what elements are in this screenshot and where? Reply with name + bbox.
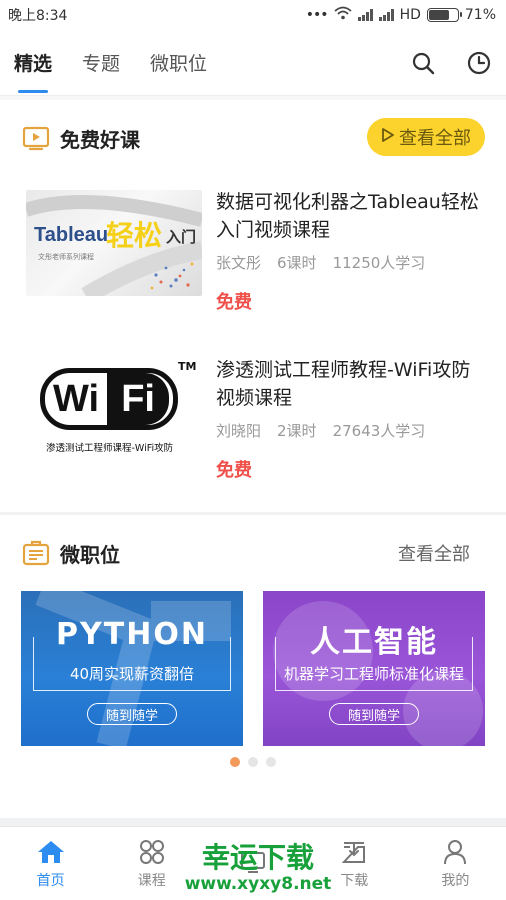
carousel-dot[interactable] xyxy=(266,757,276,767)
tab-featured[interactable]: 精选 xyxy=(14,49,52,93)
wifi-trademark: TM xyxy=(178,360,197,373)
free-courses-section: 免费好课 查看全部 Tableau 轻松 入门 文彤老师系列课程 数据可视化利器… xyxy=(0,100,506,512)
carousel-indicator xyxy=(0,751,506,773)
card-headline: PYTHON xyxy=(56,617,208,652)
thumb-subtitle: 文彤老师系列课程 xyxy=(38,253,94,261)
wifi-signal-icon xyxy=(333,6,352,24)
card-headline: 人工智能 xyxy=(310,625,438,660)
course-price: 免费 xyxy=(216,292,252,313)
card-subtitle: 机器学习工程师标准化课程 xyxy=(283,665,464,683)
section-divider xyxy=(0,818,506,826)
free-courses-title: 免费好课 xyxy=(60,127,140,152)
thumb-subtitle: 渗透测试工程师课程-WiFi攻防 xyxy=(46,443,174,454)
thumb-easy-word: 轻松 xyxy=(106,220,163,251)
nav-courses-label: 课程 xyxy=(137,872,166,889)
free-courses-view-all-button[interactable]: 查看全部 xyxy=(367,118,485,156)
card-subtitle: 40周实现薪资翻倍 xyxy=(69,665,195,683)
nav-home-label: 首页 xyxy=(36,872,65,889)
grid-circles-icon xyxy=(138,838,166,866)
user-icon xyxy=(441,838,469,866)
watermark-url: www.xyxy8.net xyxy=(184,874,332,894)
course-card[interactable]: Wi Fi TM 渗透测试工程师课程-WiFi攻防 渗透测试工程师教程-WiFi… xyxy=(0,344,506,512)
thumb-intro-word: 入门 xyxy=(166,228,197,246)
course-meta: 刘晓阳 2课时 27643人学习 xyxy=(216,420,425,441)
course-learners: 27643人学习 xyxy=(332,422,426,440)
view-all-label: 查看全部 xyxy=(399,128,471,149)
nav-download-label: 下载 xyxy=(340,872,369,889)
micro-jobs-header: 微职位 查看全部 xyxy=(0,515,506,591)
wifi-logo: Wi Fi xyxy=(40,368,178,430)
micro-jobs-view-all-link[interactable]: 查看全部 xyxy=(398,540,470,566)
site-watermark: 幸运下载 www.xyxy8.net xyxy=(178,841,338,895)
nav-home[interactable]: 首页 xyxy=(0,827,101,900)
bottom-nav: 首页 课程 下载 我的 幸运下载 www.xyxy8.net xyxy=(0,826,506,900)
course-meta: 张文彤 6课时 11250人学习 xyxy=(216,252,425,273)
nav-me[interactable]: 我的 xyxy=(405,827,506,900)
course-card[interactable]: Tableau 轻松 入门 文彤老师系列课程 数据可视化利器之Tableau轻松… xyxy=(0,176,506,344)
more-dots-icon: ••• xyxy=(305,7,329,23)
play-screen-icon xyxy=(22,124,50,152)
nav-me-label: 我的 xyxy=(441,872,470,889)
home-icon xyxy=(37,838,65,866)
course-thumbnail-wifi: Wi Fi TM 渗透测试工程师课程-WiFi攻防 xyxy=(26,358,202,464)
course-lessons: 6课时 xyxy=(277,254,317,272)
course-teacher: 刘晓阳 xyxy=(216,422,262,440)
job-card-ai[interactable]: 人工智能 机器学习工程师标准化课程 随到随学 xyxy=(263,591,485,746)
tab-micro-jobs[interactable]: 微职位 xyxy=(150,49,207,76)
top-tab-bar: 精选 专题 微职位 xyxy=(0,30,506,96)
status-bar: 晚上8:34 ••• HD 71% xyxy=(0,0,506,30)
card-enroll-button[interactable]: 随到随学 xyxy=(87,703,177,725)
network-type: HD xyxy=(399,7,421,23)
briefcase-list-icon xyxy=(22,539,50,567)
cell-signal-2-icon xyxy=(378,9,394,21)
job-card-python[interactable]: PYTHON 40周实现薪资翻倍 随到随学 xyxy=(21,591,243,746)
course-title: 数据可视化利器之Tableau轻松入门视频课程 xyxy=(216,191,479,241)
course-lessons: 2课时 xyxy=(277,422,317,440)
carousel-dot[interactable] xyxy=(248,757,258,767)
course-price: 免费 xyxy=(216,460,252,481)
card-enroll-button[interactable]: 随到随学 xyxy=(329,703,419,725)
watermark-title: 幸运下载 xyxy=(201,841,314,874)
clock-icon[interactable] xyxy=(464,48,494,78)
download-icon xyxy=(340,838,368,866)
micro-jobs-section: 微职位 查看全部 PYTHON 40周实现薪资翻倍 随到随学 人工智能 机器学习… xyxy=(0,515,506,773)
status-time: 晚上8:34 xyxy=(8,8,68,24)
battery-percent: 71% xyxy=(464,7,496,23)
micro-jobs-carousel[interactable]: PYTHON 40周实现薪资翻倍 随到随学 人工智能 机器学习工程师标准化课程 … xyxy=(0,591,506,751)
course-teacher: 张文彤 xyxy=(216,254,262,272)
status-indicators: ••• HD 71% xyxy=(306,6,496,24)
play-outline-icon xyxy=(381,127,395,148)
course-learners: 11250人学习 xyxy=(332,254,426,272)
course-title: 渗透测试工程师教程-WiFi攻防视频课程 xyxy=(216,359,471,409)
search-icon[interactable] xyxy=(408,48,438,78)
tab-topics[interactable]: 专题 xyxy=(82,49,120,76)
wifi-logo-fi: Fi xyxy=(107,373,170,425)
carousel-dot[interactable] xyxy=(230,757,240,767)
cell-signal-icon xyxy=(357,9,373,21)
wifi-logo-wi: Wi xyxy=(53,377,100,420)
course-thumbnail-tableau: Tableau 轻松 入门 文彤老师系列课程 xyxy=(26,190,202,296)
battery-icon xyxy=(426,8,462,22)
free-courses-header: 免费好课 查看全部 xyxy=(0,100,506,176)
top-actions xyxy=(408,48,494,78)
thumb-tableau-word: Tableau xyxy=(34,224,109,246)
micro-jobs-title: 微职位 xyxy=(60,542,120,567)
